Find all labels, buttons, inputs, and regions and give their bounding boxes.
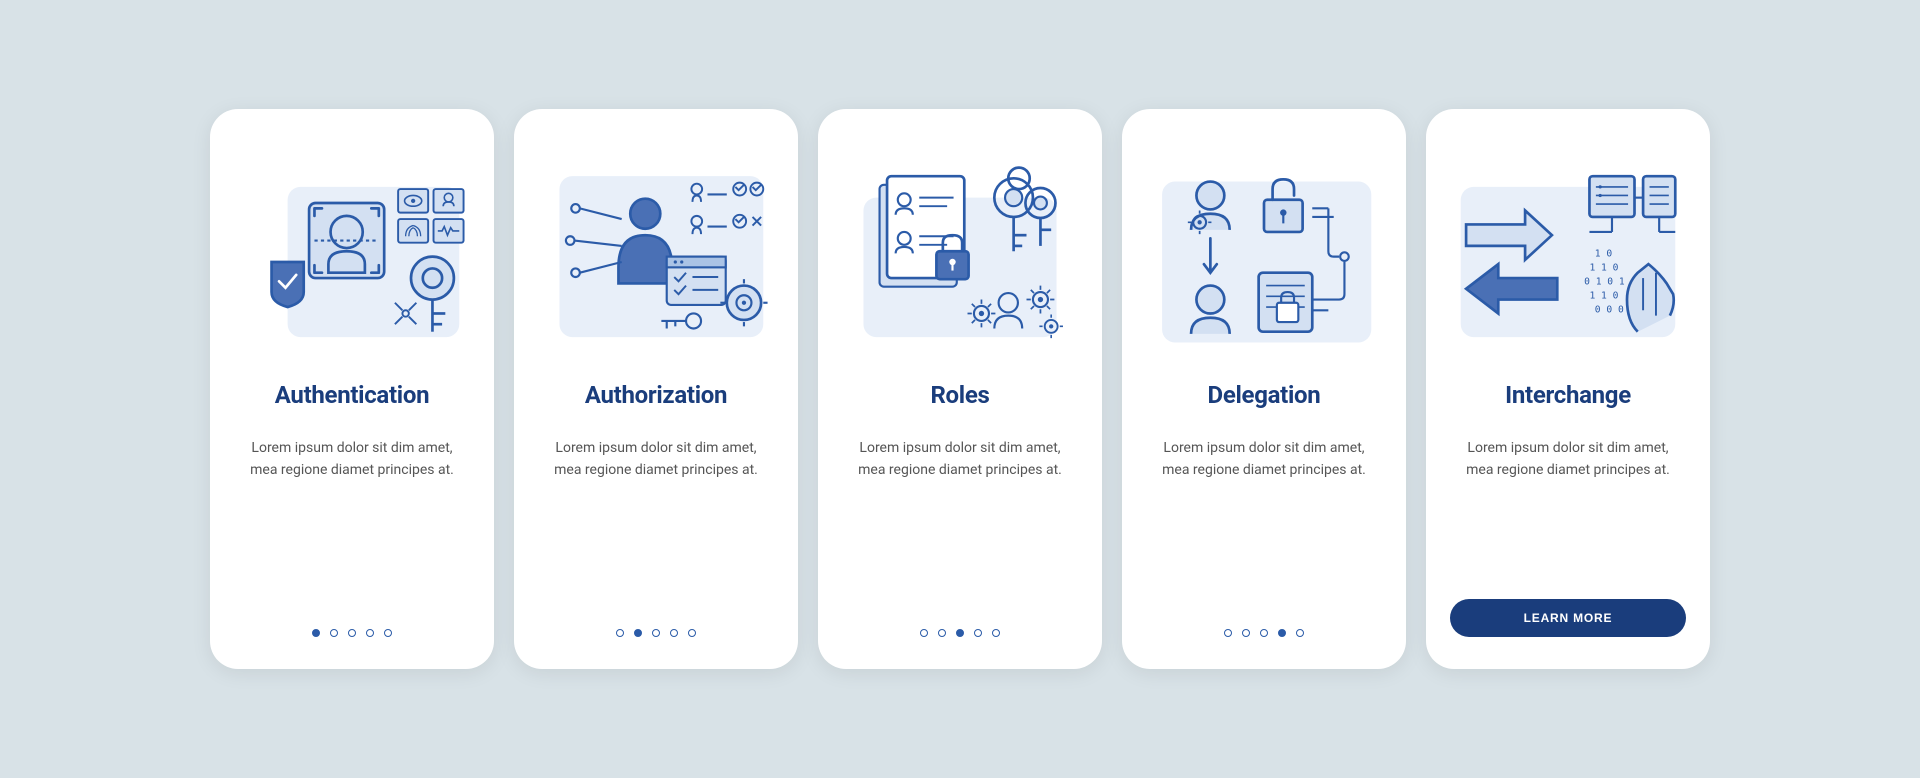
learn-more-button[interactable]: LEARN MORE bbox=[1450, 599, 1686, 637]
dot-3[interactable] bbox=[348, 629, 356, 637]
dot-3[interactable] bbox=[956, 629, 964, 637]
screen-delegation: Delegation Lorem ipsum dolor sit dim ame… bbox=[1122, 109, 1406, 669]
dot-4[interactable] bbox=[974, 629, 982, 637]
authorization-illustration bbox=[538, 141, 774, 361]
screen-desc: Lorem ipsum dolor sit dim amet, mea regi… bbox=[1146, 437, 1382, 482]
dot-5[interactable] bbox=[992, 629, 1000, 637]
pagination-dots bbox=[1146, 609, 1382, 637]
dot-2[interactable] bbox=[1242, 629, 1250, 637]
svg-text:0 0 0: 0 0 0 bbox=[1595, 304, 1624, 315]
delegation-illustration bbox=[1146, 141, 1382, 361]
dot-4[interactable] bbox=[1278, 629, 1286, 637]
authentication-illustration bbox=[234, 141, 470, 361]
pagination-dots bbox=[538, 609, 774, 637]
screen-desc: Lorem ipsum dolor sit dim amet, mea regi… bbox=[1450, 437, 1686, 482]
dot-5[interactable] bbox=[688, 629, 696, 637]
screen-title: Interchange bbox=[1450, 381, 1686, 409]
dot-2[interactable] bbox=[938, 629, 946, 637]
screen-interchange: 1 0 1 1 0 0 1 0 1 1 1 0 0 0 0 Interchang… bbox=[1426, 109, 1710, 669]
screen-authorization: Authorization Lorem ipsum dolor sit dim … bbox=[514, 109, 798, 669]
dot-5[interactable] bbox=[384, 629, 392, 637]
svg-text:1 1 0: 1 1 0 bbox=[1589, 290, 1618, 301]
dot-1[interactable] bbox=[616, 629, 624, 637]
roles-illustration bbox=[842, 141, 1078, 361]
authentication-icon bbox=[234, 144, 470, 359]
pagination-dots bbox=[234, 609, 470, 637]
screen-title: Delegation bbox=[1146, 381, 1382, 409]
svg-text:1 0: 1 0 bbox=[1595, 248, 1613, 259]
dot-3[interactable] bbox=[1260, 629, 1268, 637]
authorization-icon bbox=[538, 144, 774, 359]
delegation-icon bbox=[1146, 144, 1382, 359]
screen-authentication: Authentication Lorem ipsum dolor sit dim… bbox=[210, 109, 494, 669]
roles-icon bbox=[842, 144, 1078, 359]
screen-title: Roles bbox=[842, 381, 1078, 409]
screen-desc: Lorem ipsum dolor sit dim amet, mea regi… bbox=[234, 437, 470, 482]
dot-1[interactable] bbox=[1224, 629, 1232, 637]
dot-5[interactable] bbox=[1296, 629, 1304, 637]
interchange-icon: 1 0 1 1 0 0 1 0 1 1 1 0 0 0 0 bbox=[1450, 144, 1686, 359]
dot-3[interactable] bbox=[652, 629, 660, 637]
dot-2[interactable] bbox=[634, 629, 642, 637]
screen-title: Authentication bbox=[234, 381, 470, 409]
screen-desc: Lorem ipsum dolor sit dim amet, mea regi… bbox=[538, 437, 774, 482]
pagination-dots bbox=[842, 609, 1078, 637]
dot-1[interactable] bbox=[312, 629, 320, 637]
dot-1[interactable] bbox=[920, 629, 928, 637]
svg-text:0 1 0 1: 0 1 0 1 bbox=[1584, 276, 1625, 287]
dot-4[interactable] bbox=[366, 629, 374, 637]
dot-4[interactable] bbox=[670, 629, 678, 637]
svg-text:1 1 0: 1 1 0 bbox=[1589, 262, 1618, 273]
onboarding-screens: Authentication Lorem ipsum dolor sit dim… bbox=[210, 109, 1710, 669]
screen-title: Authorization bbox=[538, 381, 774, 409]
interchange-illustration: 1 0 1 1 0 0 1 0 1 1 1 0 0 0 0 bbox=[1450, 141, 1686, 361]
dot-2[interactable] bbox=[330, 629, 338, 637]
screen-desc: Lorem ipsum dolor sit dim amet, mea regi… bbox=[842, 437, 1078, 482]
screen-roles: Roles Lorem ipsum dolor sit dim amet, me… bbox=[818, 109, 1102, 669]
